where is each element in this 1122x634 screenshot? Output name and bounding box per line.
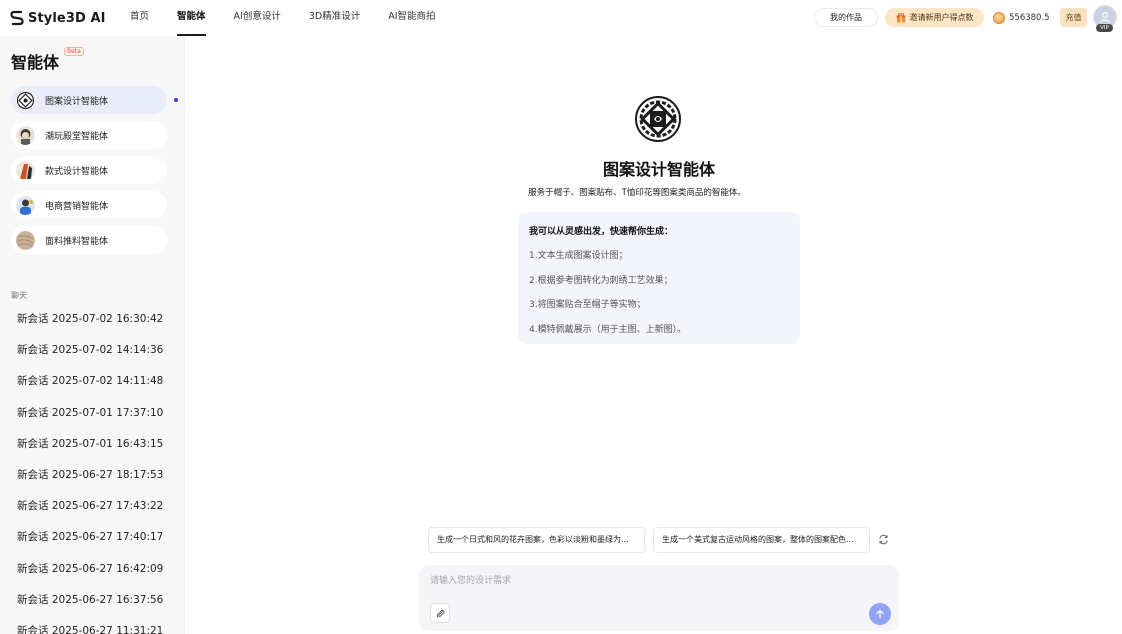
style3d-logo-icon xyxy=(10,10,24,26)
page-subtitle: 服务于帽子、图案贴布、T恤印花等图案类商品的智能体。 xyxy=(528,188,746,198)
points-value: 556380.5 xyxy=(1009,12,1050,23)
sidebar-title: 智能体 xyxy=(11,53,60,72)
send-button[interactable] xyxy=(869,603,891,625)
brand-logo[interactable]: Style3D AI xyxy=(10,9,106,27)
nav-ai-product-shoot[interactable]: AI智能商拍 xyxy=(388,0,435,36)
fabric-icon xyxy=(16,230,35,250)
refresh-icon[interactable] xyxy=(878,534,889,545)
chat-item[interactable]: 新会话 2025-06-27 18:17:53 xyxy=(17,468,182,499)
suggestion-chip-1[interactable]: 生成一个日式和风的花卉图案，色彩以淡粉和墨绿为... xyxy=(428,527,645,553)
gift-icon xyxy=(896,12,905,22)
agent-label: 图案设计智能体 xyxy=(45,96,109,107)
sidebar: 智能体 Beta 图案设计智能体 潮玩殿堂智能体 款式设计智能体 电商营销智能体… xyxy=(0,36,185,634)
pattern-agent-emblem-icon xyxy=(635,96,681,142)
main-nav: 首页 智能体 AI创意设计 3D精准设计 AI智能商拍 xyxy=(130,0,464,36)
nav-agents[interactable]: 智能体 xyxy=(177,0,206,36)
active-indicator-dot xyxy=(174,98,178,102)
agent-item-pattern-design[interactable]: 图案设计智能体 xyxy=(11,86,167,114)
intro-item: 1.文本生成图案设计图； xyxy=(529,251,628,261)
chat-item[interactable]: 新会话 2025-07-01 16:43:15 xyxy=(17,437,182,468)
user-icon xyxy=(1100,11,1110,23)
invite-button[interactable]: 邀请新用户得点数 xyxy=(885,8,984,27)
chat-item[interactable]: 新会话 2025-06-27 17:43:22 xyxy=(17,499,182,530)
intro-item: 4.模特佩戴展示（用于主图、上新图）。 xyxy=(529,324,687,335)
vip-badge: VIP xyxy=(1096,24,1113,32)
nav-home[interactable]: 首页 xyxy=(130,0,149,36)
coin-icon xyxy=(993,11,1005,24)
ecommerce-icon xyxy=(16,195,35,215)
points-balance: 556380.5 xyxy=(993,8,1050,27)
intro-item: 3.将图案贴合至帽子等实物； xyxy=(529,300,646,310)
arrow-up-icon xyxy=(876,609,884,619)
my-works-button[interactable]: 我的作品 xyxy=(814,8,878,27)
chat-item[interactable]: 新会话 2025-07-02 16:30:42 xyxy=(17,312,182,343)
chat-section-header: 聊天 xyxy=(11,291,27,300)
chat-item[interactable]: 新会话 2025-07-02 14:14:36 xyxy=(17,343,182,374)
chat-item[interactable]: 新会话 2025-06-27 17:40:17 xyxy=(17,530,182,561)
chat-item[interactable]: 新会话 2025-06-27 11:31:21 xyxy=(17,624,182,634)
suggestion-chip-2[interactable]: 生成一个美式复古运动风格的图案，整体的图案配色... xyxy=(653,527,870,553)
recharge-button[interactable]: 充值 xyxy=(1060,8,1087,27)
nav-ai-creative-design[interactable]: AI创意设计 xyxy=(234,0,281,36)
chat-item[interactable]: 新会话 2025-07-02 14:11:48 xyxy=(17,374,182,405)
chat-item[interactable]: 新会话 2025-06-27 16:42:09 xyxy=(17,562,182,593)
beta-badge: Beta xyxy=(64,47,84,56)
intro-heading: 我可以从灵感出发，快速帮你生成： xyxy=(529,227,674,237)
intro-item: 2.根据参考图转化为刺绣工艺效果； xyxy=(529,275,673,286)
design-request-input[interactable] xyxy=(430,573,870,589)
chat-list: 新会话 2025-07-02 16:30:42 新会话 2025-07-02 1… xyxy=(17,312,182,634)
toy-icon xyxy=(16,125,35,145)
agent-label: 电商营销智能体 xyxy=(45,201,109,212)
nav-3d-precise-design[interactable]: 3D精准设计 xyxy=(309,0,360,36)
invite-label: 邀请新用户得点数 xyxy=(909,13,974,22)
agent-item-fabric-recommend[interactable]: 面料推料智能体 xyxy=(11,226,167,254)
attach-button[interactable] xyxy=(430,603,450,623)
agent-item-toy-hall[interactable]: 潮玩殿堂智能体 xyxy=(11,121,167,149)
top-bar: Style3D AI 首页 智能体 AI创意设计 3D精准设计 AI智能商拍 我… xyxy=(0,0,1122,36)
page-title: 图案设计智能体 xyxy=(602,160,715,179)
paperclip-icon xyxy=(436,609,445,618)
agent-label: 潮玩殿堂智能体 xyxy=(45,131,109,142)
intro-card: 我可以从灵感出发，快速帮你生成： 1.文本生成图案设计图； 2.根据参考图转化为… xyxy=(518,212,800,344)
brand-name: Style3D AI xyxy=(28,10,106,26)
chat-item[interactable]: 新会话 2025-07-01 17:37:10 xyxy=(17,406,182,437)
chat-item[interactable]: 新会话 2025-06-27 16:37:56 xyxy=(17,593,182,624)
agent-label: 面料推料智能体 xyxy=(45,236,109,247)
pattern-icon xyxy=(16,90,35,110)
chat-input-box xyxy=(419,565,899,631)
